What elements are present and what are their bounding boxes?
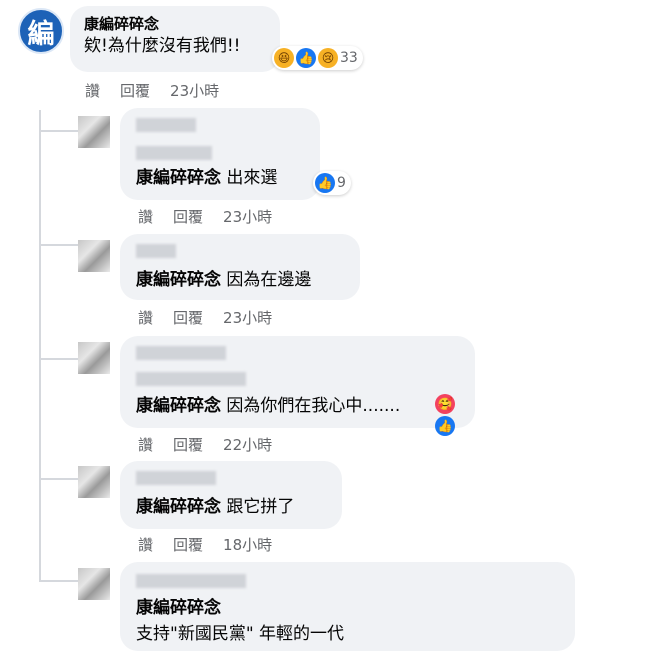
timestamp[interactable]: 18小時 [223, 534, 272, 555]
reply-avatar-5[interactable] [78, 568, 110, 600]
reply-bubble-5: 康編碎碎念 支持"新國民黨" 年輕的一代 [120, 562, 575, 651]
timestamp[interactable]: 23小時 [170, 80, 219, 101]
blurred-author-5 [136, 574, 246, 588]
reply-avatar-2[interactable] [78, 240, 110, 272]
mention-link[interactable]: 康編碎碎念 [136, 497, 221, 517]
main-comment-text: 欸!為什麼沒有我們!! [84, 36, 241, 56]
reply-text-5: 支持"新國民黨" 年輕的一代 [136, 624, 345, 644]
sad-icon: 😢 [318, 48, 338, 68]
timestamp[interactable]: 23小時 [223, 206, 272, 227]
reply-link[interactable]: 回覆 [173, 206, 203, 227]
reply-actions-1: 讚 回覆 23小時 [138, 206, 272, 227]
thread-line-main [39, 110, 41, 580]
blurred-author-4 [136, 471, 216, 485]
reply-link[interactable]: 回覆 [173, 534, 203, 555]
reply-bubble-2: 康編碎碎念 因為在邊邊 [120, 234, 360, 300]
reply-text-2: 康編碎碎念 因為在邊邊 [136, 270, 312, 290]
reply-link[interactable]: 回覆 [173, 307, 203, 328]
reply-avatar-4[interactable] [78, 466, 110, 498]
reply-actions-2: 讚 回覆 23小時 [138, 307, 272, 328]
mention-link[interactable]: 康編碎碎念 [136, 168, 221, 188]
reply-text-1: 康編碎碎念 出來選 [136, 168, 278, 188]
reply-bubble-3: 康編碎碎念 因為你們在我心中....... [120, 336, 475, 428]
reply-text-4: 康編碎碎念 跟它拼了 [136, 497, 295, 517]
like-link[interactable]: 讚 [138, 307, 153, 328]
main-actions: 讚 回覆 23小時 [85, 80, 219, 101]
main-comment-bubble: 康編碎碎念 欸!為什麼沒有我們!! [70, 6, 280, 72]
main-author[interactable]: 康編碎碎念 [84, 14, 266, 34]
reply-link[interactable]: 回覆 [120, 80, 150, 101]
reply-bubble-4: 康編碎碎念 跟它拼了 [120, 461, 342, 529]
blurred-author-2 [136, 244, 176, 258]
timestamp[interactable]: 22小時 [223, 434, 272, 455]
reply-reaction-3[interactable]: 🥰 👍 [433, 392, 462, 438]
mention-link[interactable]: 康編碎碎念 [136, 598, 221, 618]
reply-actions-3: 讚 回覆 22小時 [138, 434, 272, 455]
blurred-author-3 [136, 346, 226, 360]
main-reaction-summary[interactable]: 😆 👍 😢 33 [272, 46, 363, 70]
reaction-count: 33 [340, 50, 358, 66]
reply-avatar-3[interactable] [78, 342, 110, 374]
blurred-author-1b [136, 146, 212, 160]
reply-mention-5: 康編碎碎念 [136, 596, 221, 620]
love-icon: 🥰 [435, 394, 455, 414]
reply-reaction-1[interactable]: 👍 9 [313, 171, 351, 195]
reply-avatar-1[interactable] [78, 116, 110, 148]
like-link[interactable]: 讚 [138, 206, 153, 227]
like-icon: 👍 [296, 48, 316, 68]
like-icon: 👍 [435, 416, 455, 436]
reply-bubble-1: 康編碎碎念 出來選 [120, 108, 320, 200]
thread-branch-1 [39, 130, 79, 132]
reply-text-3: 康編碎碎念 因為你們在我心中....... [136, 396, 401, 416]
like-link[interactable]: 讚 [85, 80, 100, 101]
timestamp[interactable]: 23小時 [223, 307, 272, 328]
mention-link[interactable]: 康編碎碎念 [136, 270, 221, 290]
thread-branch-5 [39, 580, 79, 582]
like-link[interactable]: 讚 [138, 534, 153, 555]
thread-branch-4 [39, 478, 79, 480]
reaction-count: 9 [337, 175, 346, 191]
haha-icon: 😆 [274, 48, 294, 68]
thread-branch-2 [39, 244, 79, 246]
reply-link[interactable]: 回覆 [173, 434, 203, 455]
mention-link[interactable]: 康編碎碎念 [136, 396, 221, 416]
blurred-author-3b [136, 372, 246, 386]
main-avatar[interactable]: 編 [18, 8, 64, 54]
blurred-author-1 [136, 118, 196, 132]
like-icon: 👍 [315, 173, 335, 193]
reply-actions-4: 讚 回覆 18小時 [138, 534, 272, 555]
like-link[interactable]: 讚 [138, 434, 153, 455]
thread-branch-3 [39, 358, 79, 360]
